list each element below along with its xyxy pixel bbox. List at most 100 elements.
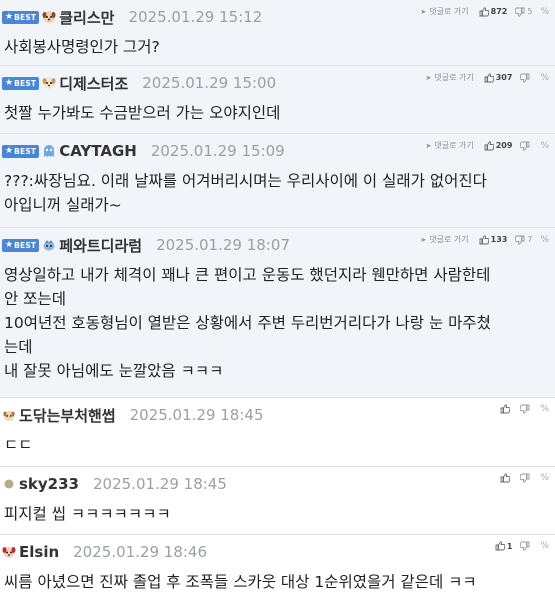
comment-item: ★ BEST 페와트디라럼 2025.01.29 18:07 ➤ 댓글로 가기 13… bbox=[0, 228, 555, 398]
comment-header: ★ BEST CAYTAGH 2025.01.29 15:09 bbox=[2, 140, 285, 162]
comment-date: 2025.01.29 18:07 bbox=[156, 236, 290, 254]
comment-body: 씨름 아녔으면 진짜 졸업 후 조폭들 스카웃 대상 1순위였을거 같은데 ㅋㅋ bbox=[4, 570, 554, 594]
bird-icon[interactable] bbox=[42, 238, 56, 252]
comment-body: ㄷㄷ bbox=[4, 433, 554, 457]
go-to-reply-link[interactable]: ➤ 댓글로 가기 bbox=[420, 6, 468, 17]
percent-icon[interactable]: % bbox=[540, 7, 549, 17]
arrow-icon: ➤ bbox=[425, 141, 432, 150]
thumbs-down-icon[interactable] bbox=[515, 7, 525, 17]
comment-header: sky233 2025.01.29 18:45 bbox=[2, 473, 227, 495]
comment-body: 영상일하고 내가 체격이 꽤나 큰 편이고 운동도 했던지라 웬만하면 사람한테… bbox=[4, 263, 554, 383]
comment-actions: ➤ 댓글로 가기 209 % bbox=[426, 140, 549, 151]
comment-actions: ➤ 댓글로 가기 307 % bbox=[426, 72, 549, 83]
percent-icon[interactable]: % bbox=[540, 473, 549, 483]
thumbs-down-icon[interactable] bbox=[520, 141, 530, 151]
ghost-icon[interactable] bbox=[42, 144, 56, 158]
comment-body: 사회봉사명령인가 그거? bbox=[4, 35, 554, 59]
comment-date: 2025.01.29 15:12 bbox=[128, 8, 263, 26]
downvote-count: 5 bbox=[527, 7, 533, 16]
comment-date: 2025.01.29 18:46 bbox=[73, 543, 208, 561]
go-to-reply-link[interactable]: ➤ 댓글로 가기 bbox=[426, 140, 474, 151]
star-icon: ★ bbox=[5, 77, 14, 88]
comment-nickname[interactable]: Elsin bbox=[19, 543, 59, 561]
comment-header: ★ BEST 페와트디라럼 2025.01.29 18:07 bbox=[2, 234, 290, 256]
comment-actions: ➤ 댓글로 가기 872 5 % bbox=[420, 6, 549, 17]
comment-line: ???:싸장님요. 이래 날짜를 어겨버리시며는 우리사이에 이 실래가 없어진… bbox=[4, 172, 487, 190]
arrow-icon: ➤ bbox=[420, 235, 427, 244]
upvote-count: 209 bbox=[495, 141, 513, 150]
go-to-reply-link[interactable]: ➤ 댓글로 가기 bbox=[426, 72, 474, 83]
upvote-count: 872 bbox=[490, 7, 508, 16]
thumbs-up-icon[interactable] bbox=[479, 6, 489, 17]
comment-line: 피지컬 씹 ㅋㅋㅋㅋㅋㅋㅋ bbox=[4, 505, 171, 523]
comment-line: 아입니꺼 실래가~ bbox=[4, 196, 122, 214]
arrow-icon: ➤ bbox=[420, 7, 427, 16]
comment-line: 씨름 아녔으면 진짜 졸업 후 조폭들 스카웃 대상 1순위였을거 같은데 ㅋㅋ bbox=[4, 573, 477, 591]
thumbs-up-icon[interactable] bbox=[484, 72, 494, 83]
percent-icon[interactable]: % bbox=[540, 235, 549, 245]
comment-date: 2025.01.29 15:00 bbox=[142, 74, 277, 92]
comment-nickname[interactable]: 디제스터조 bbox=[59, 73, 128, 94]
comment-body: ???:싸장님요. 이래 날짜를 어겨버리시며는 우리사이에 이 실래가 없어진… bbox=[4, 169, 554, 217]
puppy-red-icon[interactable] bbox=[2, 545, 16, 559]
puppy-icon[interactable] bbox=[42, 76, 56, 90]
thumbs-down-icon[interactable] bbox=[520, 73, 530, 83]
comment-nickname[interactable]: 클리스만 bbox=[59, 7, 114, 28]
thumbs-down-icon[interactable] bbox=[520, 541, 530, 551]
star-icon: ★ bbox=[5, 145, 14, 156]
puppy-small-icon[interactable] bbox=[2, 408, 16, 422]
thumbs-down-icon[interactable] bbox=[520, 473, 530, 483]
comment-item: Elsin 2025.01.29 18:46 1 % 씨름 아녔으면 진짜 졸업… bbox=[0, 535, 555, 600]
percent-icon[interactable]: % bbox=[540, 73, 549, 83]
comment-body: 첫짤 누가봐도 수금받으러 가는 오야지인데 bbox=[4, 101, 554, 125]
comment-line: 안 쪼는데 bbox=[4, 290, 66, 308]
comment-nickname[interactable]: 페와트디라럼 bbox=[59, 235, 142, 256]
comment-item: 도닦는부처핸썹 2025.01.29 18:45 % ㄷㄷ bbox=[0, 398, 555, 467]
comment-actions: 1 % bbox=[495, 541, 549, 551]
thumbs-up-icon[interactable] bbox=[495, 541, 505, 551]
star-icon: ★ bbox=[5, 239, 14, 250]
thumbs-down-icon[interactable] bbox=[520, 404, 530, 414]
thumbs-up-icon[interactable] bbox=[484, 140, 494, 151]
comment-nickname[interactable]: CAYTAGH bbox=[59, 142, 137, 160]
comment-header: 도닦는부처핸썹 2025.01.29 18:45 bbox=[2, 404, 264, 426]
best-badge: ★ BEST bbox=[2, 238, 40, 252]
percent-icon[interactable]: % bbox=[540, 404, 549, 414]
comment-actions: ➤ 댓글로 가기 133 7 % bbox=[420, 234, 549, 245]
go-to-reply-link[interactable]: ➤ 댓글로 가기 bbox=[420, 234, 468, 245]
thumbs-up-icon[interactable] bbox=[500, 473, 511, 483]
dot-icon[interactable] bbox=[2, 477, 16, 491]
comment-line: ㄷㄷ bbox=[4, 436, 33, 454]
comment-header: ★ BEST 디제스터조 2025.01.29 15:00 bbox=[2, 72, 276, 94]
thumbs-up-icon[interactable] bbox=[500, 404, 511, 414]
arrow-icon: ➤ bbox=[425, 73, 432, 82]
downvote-count: 7 bbox=[527, 235, 533, 244]
comment-nickname[interactable]: 도닦는부처핸썹 bbox=[19, 405, 116, 426]
comment-actions: % bbox=[500, 473, 549, 483]
comment-date: 2025.01.29 18:45 bbox=[129, 406, 264, 424]
thumbs-up-icon[interactable] bbox=[479, 234, 489, 245]
comment-item: ★ BEST CAYTAGH 2025.01.29 15:09 ➤ 댓글로 가기 2… bbox=[0, 134, 555, 228]
comment-item: ★ BEST 클리스만 2025.01.29 15:12 ➤ 댓글로 가기 872 … bbox=[0, 0, 555, 66]
star-icon: ★ bbox=[5, 11, 14, 22]
comment-line: 는데 bbox=[4, 338, 33, 356]
comment-date: 2025.01.29 15:09 bbox=[150, 142, 285, 160]
comment-actions: % bbox=[500, 404, 549, 414]
thumbs-down-icon[interactable] bbox=[515, 235, 525, 245]
percent-icon[interactable]: % bbox=[540, 141, 549, 151]
percent-icon[interactable]: % bbox=[540, 541, 549, 551]
best-badge: ★ BEST bbox=[2, 10, 40, 24]
puppy-icon[interactable] bbox=[42, 10, 56, 24]
comment-item: sky233 2025.01.29 18:45 % 피지컬 씹 ㅋㅋㅋㅋㅋㅋㅋ bbox=[0, 467, 555, 535]
best-badge: ★ BEST bbox=[2, 76, 40, 90]
comment-line: 영상일하고 내가 체격이 꽤나 큰 편이고 운동도 했던지라 웬만하면 사람한테 bbox=[4, 266, 491, 284]
comment-line: 첫짤 누가봐도 수금받으러 가는 오야지인데 bbox=[4, 104, 281, 122]
comment-item: ★ BEST 디제스터조 2025.01.29 15:00 ➤ 댓글로 가기 307… bbox=[0, 66, 555, 134]
comment-nickname[interactable]: sky233 bbox=[19, 475, 79, 493]
upvote-count: 133 bbox=[490, 235, 508, 244]
comment-body: 피지컬 씹 ㅋㅋㅋㅋㅋㅋㅋ bbox=[4, 502, 554, 526]
comment-date: 2025.01.29 18:45 bbox=[93, 475, 227, 493]
comment-line: 10여년전 호동형님이 열받은 상황에서 주변 두리번거리다가 나랑 눈 마주쳤 bbox=[4, 314, 491, 332]
comment-line: 내 잘못 아님에도 눈깔았음 ㅋㅋㅋ bbox=[4, 362, 224, 380]
comment-header: Elsin 2025.01.29 18:46 bbox=[2, 541, 207, 563]
